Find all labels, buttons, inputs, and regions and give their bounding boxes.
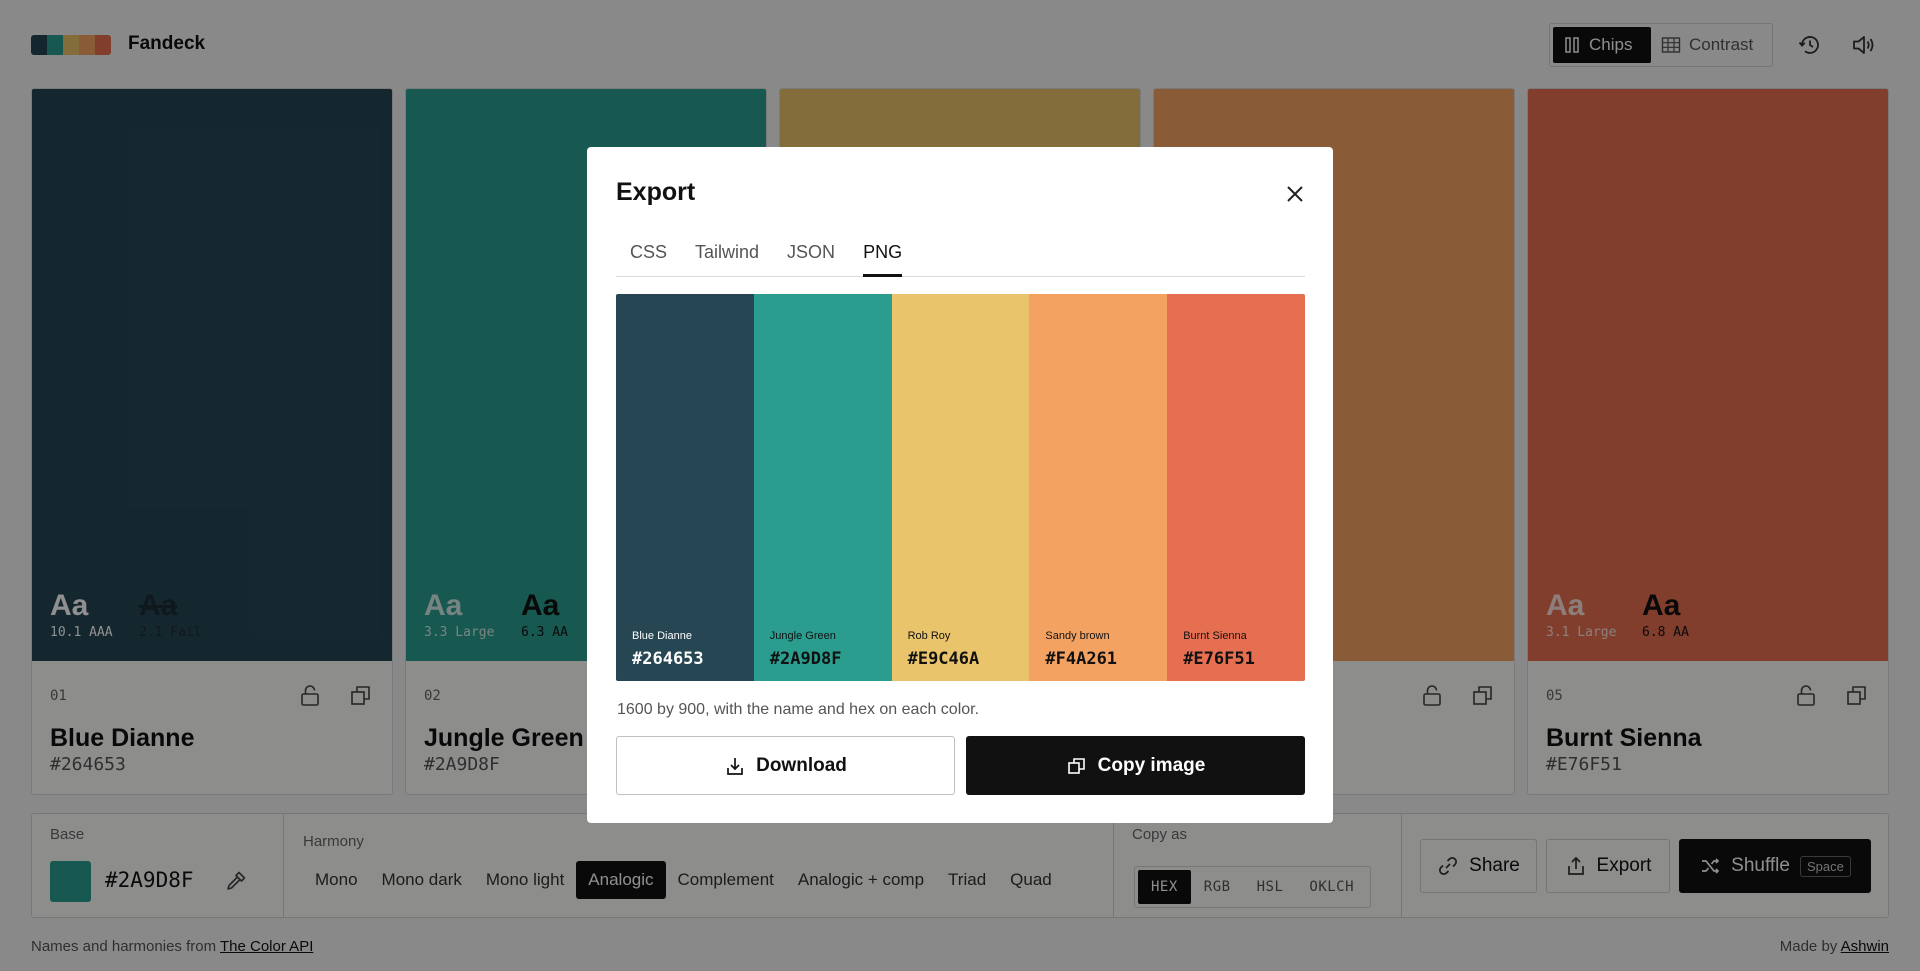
copy-icon [1067, 757, 1085, 774]
close-icon[interactable] [1280, 179, 1310, 209]
preview-color-name: Sandy brown [1045, 630, 1110, 642]
preview-swatch: Rob Roy #E9C46A [891, 294, 1030, 681]
export-description: 1600 by 900, with the name and hex on ea… [617, 701, 980, 718]
preview-color-name: Blue Dianne [632, 630, 692, 642]
preview-swatch: Blue Dianne #264653 [616, 294, 754, 681]
download-button[interactable]: Download [616, 736, 955, 795]
preview-color-hex: #2A9D8F [769, 649, 842, 669]
download-label: Download [756, 754, 847, 776]
export-format-tabs: CSS Tailwind JSON PNG [616, 235, 1305, 277]
tab-json[interactable]: JSON [773, 235, 849, 277]
export-dialog: Export CSS Tailwind JSON PNG Blue Dianne… [587, 147, 1333, 823]
preview-color-name: Jungle Green [769, 630, 836, 642]
tab-png[interactable]: PNG [863, 235, 903, 277]
preview-swatch: Burnt Sienna #E76F51 [1167, 294, 1305, 681]
preview-color-hex: #F4A261 [1045, 649, 1118, 669]
preview-color-hex: #E9C46A [907, 649, 980, 669]
preview-swatch: Jungle Green #2A9D8F [753, 294, 892, 681]
copy-image-label: Copy image [1097, 754, 1206, 776]
dialog-title: Export [616, 178, 696, 206]
preview-color-name: Burnt Sienna [1183, 630, 1247, 642]
tab-css[interactable]: CSS [616, 235, 681, 277]
copy-image-button[interactable]: Copy image [966, 736, 1305, 795]
preview-color-hex: #264653 [632, 649, 704, 669]
preview-color-name: Rob Roy [907, 630, 951, 642]
preview-swatch: Sandy brown #F4A261 [1029, 294, 1168, 681]
png-preview: Blue Dianne #264653 Jungle Green #2A9D8F… [616, 294, 1305, 681]
preview-color-hex: #E76F51 [1183, 649, 1255, 669]
tab-tailwind[interactable]: Tailwind [681, 235, 773, 277]
download-icon [727, 757, 743, 775]
